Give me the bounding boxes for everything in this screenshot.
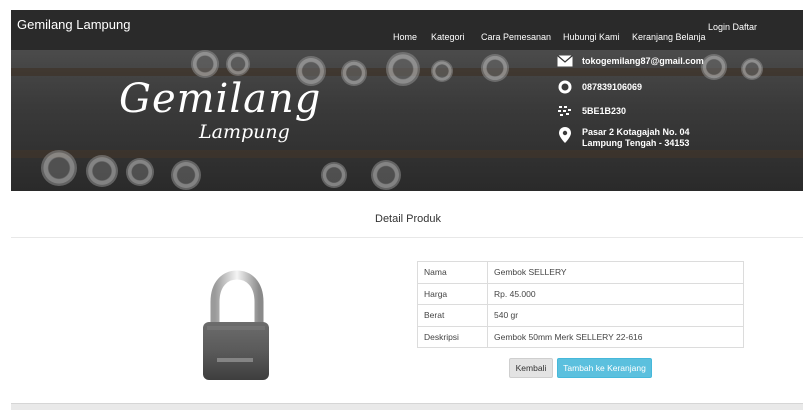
detail-value-nama: Gembok SELLERY [487, 261, 744, 284]
divider [11, 237, 803, 238]
login-daftar-link[interactable]: Login Daftar [708, 22, 757, 32]
contact-email-text: tokogemilang87@gmail.com [582, 56, 704, 66]
detail-label-nama: Nama [417, 261, 488, 284]
detail-value-berat: 540 gr [487, 304, 744, 327]
detail-label-harga: Harga [417, 282, 488, 305]
mail-icon [556, 55, 574, 67]
hero-banner: Gemilang Lampung tokogemilang87@gmail.co… [11, 50, 803, 191]
banner-pipe [171, 160, 201, 190]
contact-whatsapp-text: 087839106069 [582, 82, 643, 92]
banner-pipe [191, 50, 219, 78]
address-line-1: Pasar 2 Kotagajah No. 04 [582, 127, 690, 137]
banner-shelf [11, 150, 803, 158]
banner-pipe [701, 54, 727, 80]
banner-subtitle: Lampung [199, 121, 290, 143]
table-row: Deskripsi Gembok 50mm Merk SELLERY 22-61… [417, 325, 744, 348]
banner-pipe [431, 60, 453, 82]
banner-title: Gemilang [119, 76, 322, 122]
detail-value-deskripsi: Gembok 50mm Merk SELLERY 22-616 [487, 325, 744, 348]
product-image [177, 262, 297, 390]
brand-link[interactable]: Gemilang Lampung [17, 17, 130, 32]
nav-hubungi-kami[interactable]: Hubungi Kami [563, 32, 620, 42]
table-row: Harga Rp. 45.000 [417, 282, 744, 305]
detail-label-berat: Berat [417, 304, 488, 327]
address-line-2: Lampung Tengah - 34153 [582, 138, 690, 148]
nav-kategori[interactable]: Kategori [431, 32, 465, 42]
banner-pipe [226, 52, 250, 76]
contact-whatsapp: 087839106069 [556, 80, 642, 94]
table-row: Berat 540 gr [417, 304, 744, 327]
add-to-cart-button[interactable]: Tambah ke Keranjang [557, 358, 652, 378]
detail-value-harga: Rp. 45.000 [487, 282, 744, 305]
banner-pipe [386, 52, 420, 86]
banner-pipe [86, 155, 118, 187]
nav-home[interactable]: Home [393, 32, 417, 42]
product-detail-table: Nama Gembok SELLERY Harga Rp. 45.000 Ber… [417, 261, 744, 348]
banner-pipe [371, 160, 401, 190]
banner-pipe [481, 54, 509, 82]
contact-address-text: Pasar 2 Kotagajah No. 04 Lampung Tengah … [582, 127, 690, 149]
top-navbar: Gemilang Lampung Home Kategori Cara Peme… [11, 10, 803, 50]
contact-address: Pasar 2 Kotagajah No. 04 Lampung Tengah … [556, 127, 690, 149]
banner-pipe [741, 58, 763, 80]
table-row: Nama Gembok SELLERY [417, 261, 744, 284]
banner-pipe [126, 158, 154, 186]
contact-bbm: 5BE1B230 [556, 105, 626, 117]
banner-pipe [341, 60, 367, 86]
contact-email: tokogemilang87@gmail.com [556, 55, 704, 67]
horizontal-scrollbar[interactable] [11, 403, 803, 410]
banner-pipe [321, 162, 347, 188]
whatsapp-icon [556, 80, 574, 94]
banner-pipe [41, 150, 77, 186]
bbm-icon [556, 105, 574, 117]
contact-bbm-text: 5BE1B230 [582, 106, 627, 116]
page-title: Detail Produk [375, 213, 442, 225]
detail-label-deskripsi: Deskripsi [417, 325, 488, 348]
back-button[interactable]: Kembali [509, 358, 553, 378]
location-pin-icon [556, 127, 574, 143]
nav-cara-pemesanan[interactable]: Cara Pemesanan [481, 32, 551, 42]
nav-keranjang-belanja[interactable]: Keranjang Belanja [632, 32, 706, 42]
